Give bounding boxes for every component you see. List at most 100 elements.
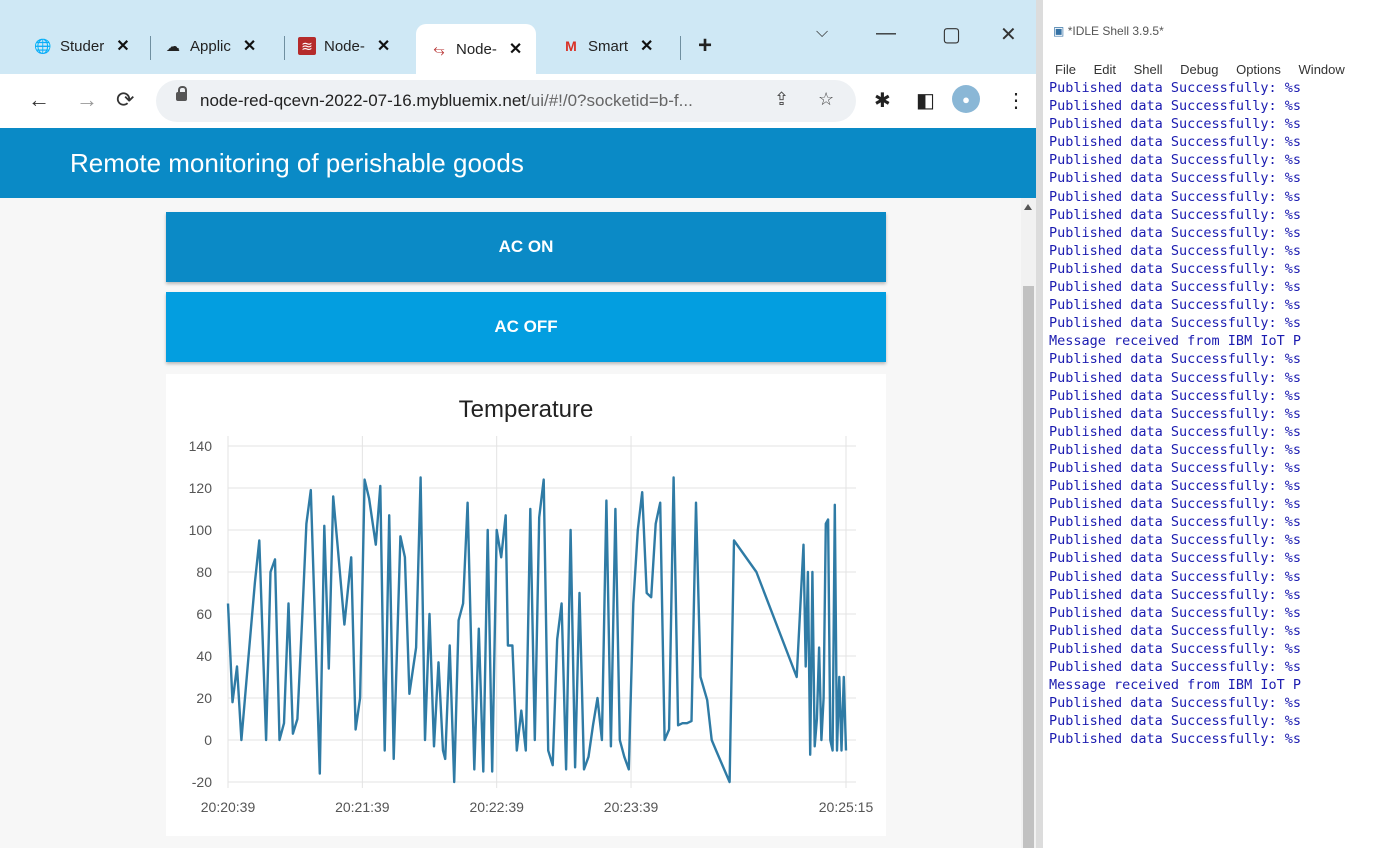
back-icon[interactable]: ← bbox=[28, 87, 50, 113]
x-tick-label: 20:25:15 bbox=[819, 799, 874, 815]
address-bar[interactable]: node-red-qcevn-2022-07-16.mybluemix.net/… bbox=[156, 80, 856, 122]
y-tick-label: 120 bbox=[189, 480, 213, 496]
close-icon[interactable]: ✕ bbox=[509, 39, 522, 59]
dashboard-header: Remote monitoring of perishable goods bbox=[0, 128, 1036, 198]
dashboard-title: Remote monitoring of perishable goods bbox=[70, 148, 524, 178]
idle-output-line: Published data Successfully: %s bbox=[1049, 459, 1301, 476]
idle-output-line: Message received from IBM IoT P bbox=[1049, 677, 1301, 694]
idle-output-line: Message received from IBM IoT P bbox=[1049, 333, 1301, 350]
idle-output-line: Published data Successfully: %s bbox=[1049, 478, 1301, 495]
idle-output-line: Published data Successfully: %s bbox=[1049, 423, 1301, 440]
profile-avatar[interactable]: ● bbox=[952, 85, 980, 113]
plus-icon: + bbox=[698, 32, 713, 59]
idle-output-line: Published data Successfully: %s bbox=[1049, 604, 1301, 621]
node-red-icon: ≋ bbox=[298, 37, 316, 55]
idle-output-line: Published data Successfully: %s bbox=[1049, 315, 1301, 332]
idle-output-line: Published data Successfully: %s bbox=[1049, 297, 1301, 314]
tab-label: Node- bbox=[456, 40, 497, 58]
idle-output-line: Published data Successfully: %s bbox=[1049, 514, 1301, 531]
idle-output-line: Published data Successfully: %s bbox=[1049, 260, 1301, 277]
idle-output-line: Published data Successfully: %s bbox=[1049, 134, 1301, 151]
forward-icon[interactable]: → bbox=[76, 87, 98, 113]
menu-window[interactable]: Window bbox=[1299, 62, 1345, 77]
side-panel-icon[interactable]: ◧ bbox=[916, 88, 935, 113]
temperature-series-line bbox=[226, 476, 848, 784]
idle-output: Published data Successfully: %s Published… bbox=[1049, 79, 1301, 748]
lock-icon bbox=[176, 86, 187, 101]
idle-menu-bar: File Edit Shell Debug Options Window bbox=[1055, 62, 1359, 77]
minimize-icon[interactable]: — bbox=[876, 22, 896, 45]
menu-shell[interactable]: Shell bbox=[1134, 62, 1163, 77]
tab-separator bbox=[284, 36, 285, 60]
extensions-icon[interactable]: ✱ bbox=[874, 88, 891, 113]
y-tick-label: -20 bbox=[192, 774, 212, 790]
idle-output-line: Published data Successfully: %s bbox=[1049, 713, 1301, 730]
reload-icon[interactable]: ⟳ bbox=[116, 87, 134, 113]
close-icon[interactable]: ✕ bbox=[640, 36, 653, 56]
scroll-thumb[interactable] bbox=[1023, 286, 1034, 848]
bookmark-star-icon[interactable]: ☆ bbox=[818, 89, 834, 110]
tab-strip: 🌐 Studer ✕ ☁ Applic ✕ ≋ Node- ✕ ⥃ Node- … bbox=[0, 0, 1036, 74]
idle-window-title: ▣ *IDLE Shell 3.9.5* bbox=[1053, 24, 1164, 38]
maximize-icon[interactable]: ▢ bbox=[942, 22, 961, 47]
x-tick-label: 20:23:39 bbox=[604, 799, 659, 815]
temperature-chart-card: Temperature 140 120 100 80 60 40 20 0 -20 20:20:3… bbox=[166, 374, 886, 836]
idle-output-line: Published data Successfully: %s bbox=[1049, 206, 1301, 223]
tab-label: Applic bbox=[190, 37, 231, 55]
node-red-flow-icon: ⥃ bbox=[433, 40, 445, 57]
y-tick-label: 40 bbox=[196, 648, 212, 664]
url-text: node-red-qcevn-2022-07-16.mybluemix.net/… bbox=[200, 91, 693, 111]
tab-application[interactable]: ☁ Applic ✕ bbox=[164, 26, 256, 66]
menu-options[interactable]: Options bbox=[1236, 62, 1281, 77]
tab-search-icon[interactable]: ⌵ bbox=[816, 24, 828, 42]
cloud-icon: ☁ bbox=[166, 37, 180, 54]
gmail-icon: M bbox=[565, 38, 577, 54]
temperature-chart: 140 120 100 80 60 40 20 0 -20 20:20:39 20:21:39 20:… bbox=[189, 436, 874, 815]
tab-students[interactable]: 🌐 Studer ✕ bbox=[34, 26, 129, 66]
idle-output-line: Published data Successfully: %s bbox=[1049, 568, 1301, 585]
idle-output-line: Published data Successfully: %s bbox=[1049, 441, 1301, 458]
idle-output-line: Published data Successfully: %s bbox=[1049, 152, 1301, 169]
idle-output-line: Published data Successfully: %s bbox=[1049, 188, 1301, 205]
menu-debug[interactable]: Debug bbox=[1180, 62, 1218, 77]
ac-on-button[interactable]: AC ON bbox=[166, 212, 886, 282]
tab-separator bbox=[150, 36, 151, 60]
new-tab-button[interactable]: + bbox=[698, 26, 712, 66]
scroll-up-arrow[interactable] bbox=[1024, 204, 1032, 210]
idle-output-line: Published data Successfully: %s bbox=[1049, 369, 1301, 386]
tab-separator bbox=[680, 36, 681, 60]
tab-node-red-2[interactable]: ⥃ Node- ✕ bbox=[416, 24, 537, 74]
idle-output-line: Published data Successfully: %s bbox=[1049, 532, 1301, 549]
idle-output-line: Published data Successfully: %s bbox=[1049, 405, 1301, 422]
idle-output-line: Published data Successfully: %s bbox=[1049, 640, 1301, 657]
idle-output-line: Published data Successfully: %s bbox=[1049, 224, 1301, 241]
close-icon[interactable]: ✕ bbox=[377, 36, 390, 56]
ac-off-button[interactable]: AC OFF bbox=[166, 292, 886, 362]
y-tick-label: 140 bbox=[189, 438, 213, 454]
y-tick-label: 100 bbox=[189, 522, 213, 538]
menu-edit[interactable]: Edit bbox=[1094, 62, 1116, 77]
share-icon[interactable]: ⇪ bbox=[774, 89, 789, 110]
scrollbar[interactable] bbox=[1021, 198, 1036, 848]
close-window-icon[interactable]: ✕ bbox=[1000, 22, 1017, 47]
close-icon[interactable]: ✕ bbox=[243, 36, 256, 56]
x-tick-label: 20:20:39 bbox=[201, 799, 256, 815]
y-tick-label: 0 bbox=[204, 732, 212, 748]
idle-output-line: Published data Successfully: %s bbox=[1049, 496, 1301, 513]
menu-kebab-icon[interactable]: ⋮ bbox=[1006, 88, 1026, 113]
python-icon: ▣ bbox=[1053, 24, 1065, 38]
idle-output-line: Published data Successfully: %s bbox=[1049, 98, 1301, 115]
idle-output-line: Published data Successfully: %s bbox=[1049, 695, 1301, 712]
idle-output-line: Published data Successfully: %s bbox=[1049, 351, 1301, 368]
idle-output-line: Published data Successfully: %s bbox=[1049, 586, 1301, 603]
tab-smart[interactable]: M Smart ✕ bbox=[562, 26, 653, 66]
y-tick-label: 60 bbox=[196, 606, 212, 622]
close-icon[interactable]: ✕ bbox=[116, 36, 129, 56]
idle-output-line: Published data Successfully: %s bbox=[1049, 116, 1301, 133]
globe-icon: 🌐 bbox=[34, 37, 52, 54]
tab-node-red-1[interactable]: ≋ Node- ✕ bbox=[298, 26, 390, 66]
idle-output-line: Published data Successfully: %s bbox=[1049, 387, 1301, 404]
idle-title-text: *IDLE Shell 3.9.5* bbox=[1067, 24, 1164, 38]
idle-output-line: Published data Successfully: %s bbox=[1049, 170, 1301, 187]
menu-file[interactable]: File bbox=[1055, 62, 1076, 77]
